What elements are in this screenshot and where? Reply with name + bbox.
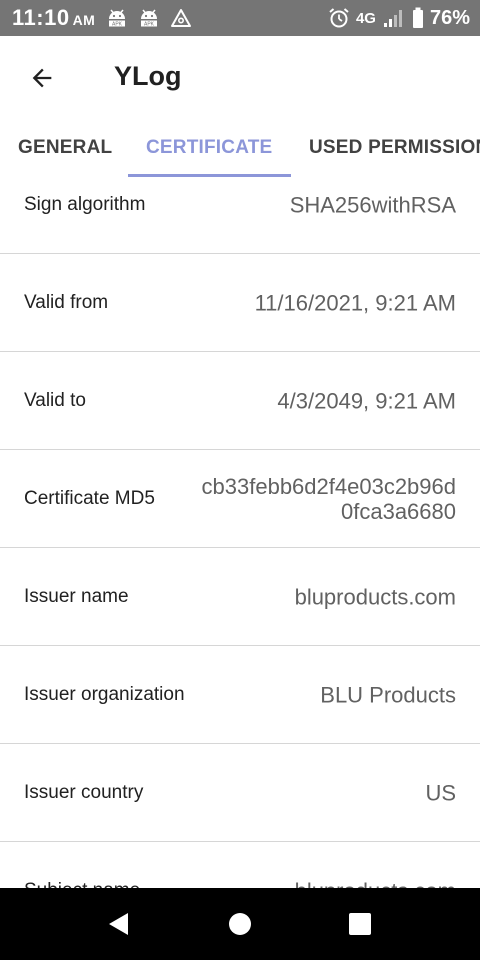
row-label: Issuer organization	[24, 683, 185, 705]
notification-icons: APK APK	[106, 7, 192, 29]
navigation-bar	[0, 888, 480, 960]
svg-text:APK: APK	[112, 22, 123, 28]
battery-icon	[412, 7, 423, 28]
row-label: Certificate MD5	[24, 487, 155, 509]
network-type: 4G	[355, 9, 376, 27]
row-valid-to: Valid to 4/3/2049, 9:21 AM	[0, 352, 480, 450]
recents-square-icon	[349, 913, 371, 935]
nav-home-button[interactable]	[224, 908, 256, 940]
tab-general[interactable]: GENERAL	[18, 120, 112, 176]
row-valid-from: Valid from 11/16/2021, 9:21 AM	[0, 254, 480, 352]
home-circle-icon	[229, 913, 251, 935]
row-value: bluproducts.com	[294, 584, 456, 609]
tab-indicator	[128, 174, 291, 177]
app-bar: YLog	[0, 36, 480, 120]
row-issuer-country: Issuer country US	[0, 744, 480, 842]
nav-recents-button[interactable]	[344, 908, 376, 940]
row-issuer-organization: Issuer organization BLU Products	[0, 646, 480, 744]
row-label: Subject name	[24, 880, 140, 889]
app-title: YLog	[114, 61, 182, 91]
status-time: 11:10 AM	[12, 5, 96, 30]
row-label: Issuer country	[24, 781, 144, 803]
app-triangle-icon	[171, 9, 191, 27]
arrow-back-icon	[32, 68, 52, 88]
back-button[interactable]	[24, 60, 60, 96]
status-ampm: AM	[72, 12, 96, 28]
row-sign-algorithm: Sign algorithm SHA256withRSA	[0, 178, 480, 254]
status-right: 4G 76%	[328, 5, 470, 31]
row-issuer-name: Issuer name bluproducts.com	[0, 548, 480, 646]
signal-icon	[383, 10, 402, 27]
tab-bar: GENERAL CERTIFICATE USED PERMISSIONS	[0, 120, 480, 178]
row-value: SHA256withRSA	[289, 192, 456, 217]
certificate-list[interactable]: Sign algorithm SHA256withRSA Valid from …	[0, 178, 480, 888]
row-value: cb33febb6d2f4e03c2b96d0fca3a6680	[201, 473, 456, 524]
status-bar: 11:10 AM APK APK 4G 76%	[0, 0, 480, 36]
tab-certificate[interactable]: CERTIFICATE	[146, 120, 272, 176]
row-label: Valid to	[24, 389, 86, 411]
back-triangle-icon	[109, 913, 128, 935]
row-value: 11/16/2021, 9:21 AM	[254, 290, 456, 315]
row-subject-name: Subject name bluproducts.com	[0, 842, 480, 888]
row-label: Valid from	[24, 291, 109, 313]
row-label: Sign algorithm	[24, 193, 146, 215]
alarm-icon	[329, 8, 349, 28]
row-certificate-md5: Certificate MD5 cb33febb6d2f4e03c2b96d0f…	[0, 450, 480, 548]
battery-percent: 76%	[429, 6, 470, 29]
svg-text:APK: APK	[144, 22, 155, 28]
row-value: BLU Products	[320, 682, 456, 707]
row-value: bluproducts.com	[295, 878, 456, 888]
android-apk-icon: APK	[141, 9, 157, 28]
row-label: Issuer name	[24, 585, 129, 607]
row-value: 4/3/2049, 9:21 AM	[277, 388, 456, 413]
tab-used-permissions[interactable]: USED PERMISSIONS	[309, 120, 480, 176]
nav-back-button[interactable]	[102, 908, 134, 940]
row-value: US	[425, 780, 456, 805]
android-apk-icon: APK	[109, 9, 125, 28]
